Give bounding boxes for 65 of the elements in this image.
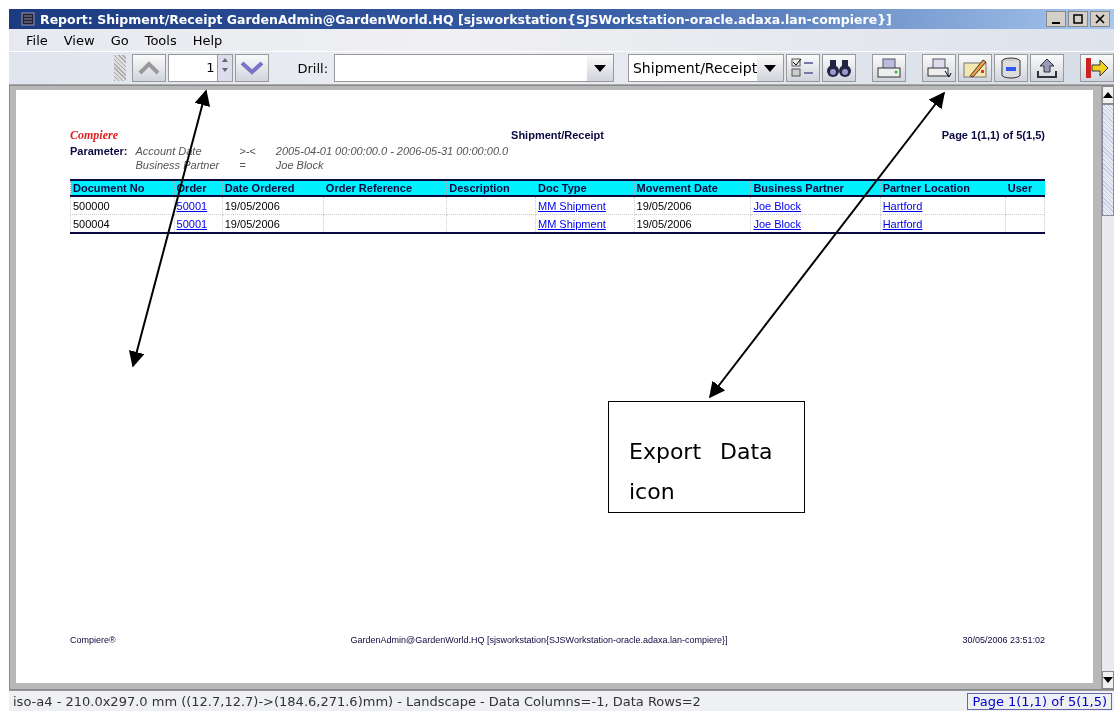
binoculars-icon[interactable] xyxy=(822,54,856,82)
parameter-value: 2005-04-01 00:00:00.0 - 2006-05-31 00:00:00.0 xyxy=(275,145,509,157)
drill-label: Drill: xyxy=(297,60,328,76)
menu-item[interactable]: File xyxy=(26,32,48,48)
column-header: Business Partner xyxy=(750,180,881,196)
print-preview-icon[interactable] xyxy=(922,54,956,82)
callout-box: Export Data icon xyxy=(608,401,805,513)
scroll-down-icon xyxy=(1103,677,1113,683)
customize-button[interactable] xyxy=(786,54,820,82)
parameter-operator: = xyxy=(239,159,247,171)
menu-item[interactable]: Go xyxy=(110,32,129,48)
maximize-button[interactable] xyxy=(1068,11,1088,27)
next-page-button[interactable] xyxy=(235,54,270,82)
footer-text: GardenAdmin@GardenWorld.HQ [sjsworkstation{SJSWorkstation-oracle.adaxa.lan-compiere}] xyxy=(350,635,728,645)
previous-page-button[interactable] xyxy=(131,54,166,82)
column-header: Document No xyxy=(70,180,175,196)
menu-item[interactable]: View xyxy=(63,32,95,48)
parameter-label: Parameter: xyxy=(70,145,128,159)
toolbar-grip xyxy=(114,55,126,81)
column-header: Description xyxy=(446,180,536,196)
status-page: Page 1(1,1) of 5(1,5) xyxy=(967,692,1112,710)
minimize-button[interactable] xyxy=(1046,11,1066,27)
column-header: Date Ordered xyxy=(222,180,324,196)
pencil-icon[interactable] xyxy=(958,54,992,82)
scroll-thumb[interactable] xyxy=(1102,104,1114,216)
upload-icon[interactable] xyxy=(1030,54,1064,82)
close-icon xyxy=(1095,14,1105,24)
exit-icon[interactable] xyxy=(1080,54,1114,82)
window-app-icon xyxy=(21,12,35,26)
status-text: iso-a4 - 210.0x297.0 mm ((12.7,12.7)->(184.6,271.6)mm) - Landscape - Data Columns=-1, Data Rows=2 xyxy=(12,693,701,709)
column-header: Doc Type xyxy=(535,180,635,196)
drill-dropdown[interactable] xyxy=(334,54,614,82)
up-chevron-icon xyxy=(137,61,160,75)
footer-timestamp: 30/05/2006 23:51:02 xyxy=(962,635,1045,645)
table-cell: 500004 xyxy=(73,217,110,230)
dropdown-arrow-icon xyxy=(764,64,777,72)
table-cell: 19/05/2006 xyxy=(224,217,280,230)
scroll-up-icon xyxy=(1103,92,1113,98)
down-chevron-icon xyxy=(240,61,265,75)
table-cell: 19/05/2006 xyxy=(636,217,692,230)
column-header: Movement Date xyxy=(634,180,751,196)
footer-text: Compiere® xyxy=(70,635,116,645)
close-button[interactable] xyxy=(1090,11,1110,27)
report-dropdown[interactable]: Shipment/Receipt xyxy=(628,54,784,82)
table-cell: 19/05/2006 xyxy=(636,199,692,212)
page-spinner[interactable]: 1 xyxy=(167,54,234,82)
export-data-button[interactable] xyxy=(994,54,1028,82)
window-title: Report: Shipment/Receipt GardenAdmin@GardenWorld.HQ [sjsworkstation{SJSWorkstation-oracle.adaxa.lan-compiere}] xyxy=(40,11,893,27)
page-number: Page 1(1,1) of 5(1,5) xyxy=(940,129,1045,141)
parameter-operator: >-< xyxy=(239,145,256,157)
printer-icon[interactable] xyxy=(872,54,906,82)
menu-item[interactable]: Tools xyxy=(144,32,177,48)
parameter-value: Joe Block xyxy=(275,159,325,171)
report-title: Shipment/Receipt xyxy=(511,129,604,141)
table-cell: 500000 xyxy=(73,199,110,212)
maximize-icon xyxy=(1073,14,1083,24)
minimize-icon xyxy=(1052,21,1060,24)
table-cell: 19/05/2006 xyxy=(224,199,280,212)
column-header: User xyxy=(1005,180,1045,196)
compiere-logo: Compiere xyxy=(70,128,119,143)
menu-item[interactable]: Help xyxy=(192,32,223,48)
vertical-scrollbar[interactable] xyxy=(1101,86,1114,689)
column-header: Order Reference xyxy=(323,180,447,196)
column-header: Partner Location xyxy=(880,180,1006,196)
dropdown-arrow-icon xyxy=(594,64,606,72)
